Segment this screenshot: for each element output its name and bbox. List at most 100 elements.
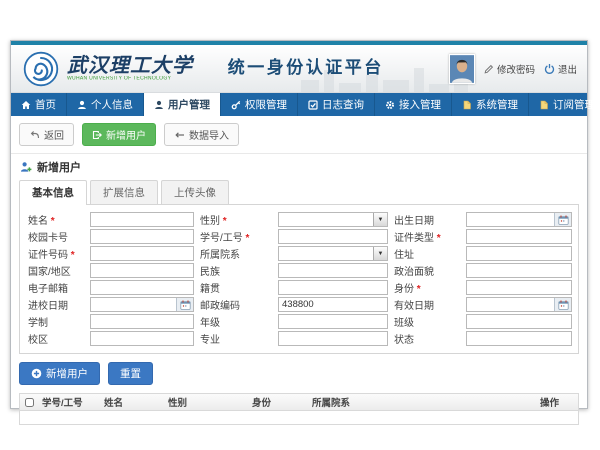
ethnicity-input[interactable] — [279, 264, 387, 277]
campus-field — [90, 331, 194, 346]
basic-info-form: 姓名 性别 ▼ 出生日期 校园卡号 学号/工号 证件类型 证件号码 所属院系 ▼… — [19, 205, 579, 354]
field-label-country-region: 国家/地区 — [28, 263, 84, 278]
back-button[interactable]: 返回 — [19, 123, 74, 146]
nav-tab-access-management[interactable]: 接入管理 — [375, 93, 452, 116]
logout-link[interactable]: 退出 — [544, 62, 577, 76]
form-tabstrip: 基本信息 扩展信息 上传头像 — [19, 180, 579, 205]
department-input[interactable] — [279, 247, 373, 260]
nav-tab-log-query[interactable]: 日志查询 — [298, 93, 375, 116]
id-number-input[interactable] — [91, 247, 193, 260]
section-title: 新增用户 — [37, 159, 81, 175]
add-user-submit-button[interactable]: 新增用户 — [19, 362, 100, 385]
university-name-en: WUHAN UNIVERSITY OF TECHNOLOGY — [67, 76, 171, 81]
major-input[interactable] — [279, 332, 387, 345]
name-input[interactable] — [91, 213, 193, 226]
platform-title: 统一身份认证平台 — [228, 53, 384, 78]
field-label-campus-card: 校园卡号 — [28, 229, 84, 244]
calendar-icon[interactable] — [176, 298, 193, 311]
field-label-valid-date: 有效日期 — [394, 297, 460, 312]
university-logo — [23, 51, 59, 87]
data-import-button[interactable]: 数据导入 — [164, 123, 239, 146]
native-place-field — [278, 280, 388, 295]
tab-basic-info[interactable]: 基本信息 — [19, 180, 87, 205]
nav-tab-label: 权限管理 — [245, 97, 287, 112]
nav-tab-home[interactable]: 首页 — [11, 93, 67, 116]
identity-field — [466, 280, 572, 295]
col-name: 姓名 — [100, 395, 164, 409]
nav-tab-system-management[interactable]: 系统管理 — [452, 93, 529, 116]
toolbar: 返回 新增用户 数据导入 — [11, 116, 587, 154]
field-label-class: 班级 — [394, 314, 460, 329]
grade-input[interactable] — [279, 315, 387, 328]
calendar-icon[interactable] — [554, 213, 571, 226]
valid-date-input[interactable] — [467, 298, 554, 311]
tab-upload-avatar[interactable]: 上传头像 — [161, 180, 229, 204]
form-actions: 新增用户 重置 — [19, 362, 579, 385]
document-icon — [462, 100, 472, 110]
field-label-major: 专业 — [200, 331, 272, 346]
country-region-field — [90, 263, 194, 278]
gender-input[interactable] — [279, 213, 373, 226]
add-user-toolbar-label: 新增用户 — [106, 127, 146, 142]
add-user-toolbar-button[interactable]: 新增用户 — [82, 123, 156, 146]
nav-tab-user-management[interactable]: 用户管理 — [144, 93, 221, 116]
native-place-input[interactable] — [279, 281, 387, 294]
select-all-checkbox[interactable] — [25, 398, 34, 407]
status-input[interactable] — [467, 332, 571, 345]
reset-button-label: 重置 — [120, 366, 141, 381]
postal-code-field — [278, 297, 388, 312]
political-status-field — [466, 263, 572, 278]
birth-date-field — [466, 212, 572, 227]
email-input[interactable] — [91, 281, 193, 294]
valid-date-field — [466, 297, 572, 312]
plus-circle-icon — [31, 368, 42, 379]
app-window: 武汉理工大学 WUHAN UNIVERSITY OF TECHNOLOGY 统一… — [10, 40, 588, 409]
field-label-status: 状态 — [394, 331, 460, 346]
status-field — [466, 331, 572, 346]
change-password-link[interactable]: 修改密码 — [484, 62, 535, 76]
id-type-input[interactable] — [467, 230, 571, 243]
import-arrow-icon — [174, 130, 185, 140]
entry-date-input[interactable] — [91, 298, 176, 311]
calendar-icon[interactable] — [554, 298, 571, 311]
nav-tab-label: 系统管理 — [476, 97, 518, 112]
class-input[interactable] — [467, 315, 571, 328]
birth-date-input[interactable] — [467, 213, 554, 226]
nav-tab-personal-info[interactable]: 个人信息 — [67, 93, 144, 116]
nav-tab-permission-management[interactable]: 权限管理 — [221, 93, 298, 116]
nav-tab-label: 用户管理 — [168, 97, 210, 112]
users-table: 学号/工号 姓名 性别 身份 所属院系 操作 — [19, 393, 579, 425]
student-id-input[interactable] — [279, 230, 387, 243]
field-label-entry-date: 进校日期 — [28, 297, 84, 312]
field-label-birth-date: 出生日期 — [394, 212, 460, 227]
department-field: ▼ — [278, 246, 388, 261]
reset-button[interactable]: 重置 — [108, 362, 153, 385]
department-dropdown-button[interactable]: ▼ — [373, 247, 387, 260]
address-input[interactable] — [467, 247, 571, 260]
section-header: 新增用户 — [11, 154, 587, 178]
gender-dropdown-button[interactable]: ▼ — [373, 213, 387, 226]
university-name-cn: 武汉理工大学 — [67, 55, 212, 75]
campus-input[interactable] — [91, 332, 193, 345]
nav-tab-label: 日志查询 — [322, 97, 364, 112]
field-label-identity: 身份 — [394, 280, 460, 295]
identity-input[interactable] — [467, 281, 571, 294]
field-label-id-number: 证件号码 — [28, 246, 84, 261]
address-field — [466, 246, 572, 261]
nav-tab-subscription-management[interactable]: 订阅管理 — [529, 93, 600, 116]
campus-card-input[interactable] — [91, 230, 193, 243]
tab-extended-info[interactable]: 扩展信息 — [90, 180, 158, 204]
postal-code-input[interactable] — [279, 298, 387, 311]
users-table-empty-body — [20, 411, 578, 424]
user-avatar[interactable] — [449, 54, 475, 84]
field-label-gender: 性别 — [200, 212, 272, 227]
pencil-icon — [484, 64, 494, 74]
political-status-input[interactable] — [467, 264, 571, 277]
field-label-address: 住址 — [394, 246, 460, 261]
document-icon — [539, 100, 549, 110]
country-region-input[interactable] — [91, 264, 193, 277]
export-user-icon — [92, 130, 102, 140]
education-length-input[interactable] — [91, 315, 193, 328]
education-length-field — [90, 314, 194, 329]
field-label-email: 电子邮箱 — [28, 280, 84, 295]
